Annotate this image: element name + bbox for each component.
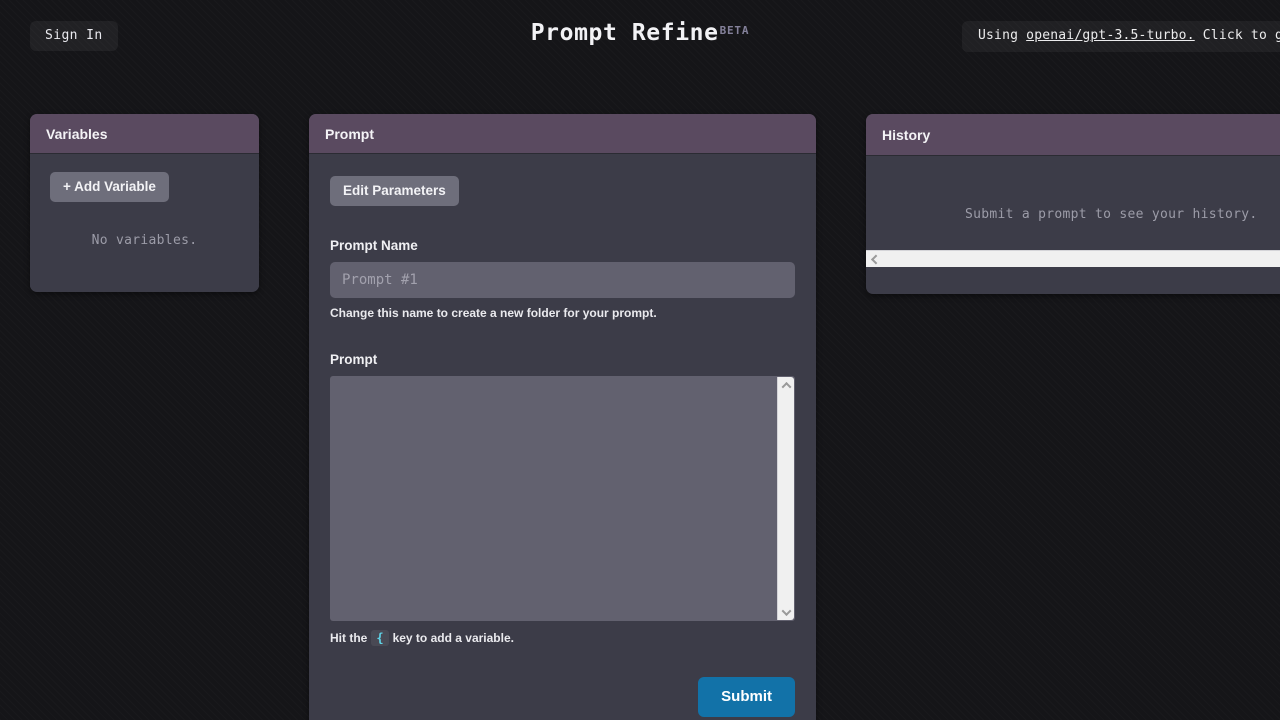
variable-hint-key: { <box>371 630 388 646</box>
prompt-text-label: Prompt <box>330 352 795 367</box>
edit-parameters-button[interactable]: Edit Parameters <box>330 176 459 206</box>
prompt-panel-body: Edit Parameters Prompt Name Change this … <box>309 154 816 720</box>
history-panel: History Submit a prompt to see your hist… <box>866 114 1280 294</box>
prompt-name-label: Prompt Name <box>330 238 795 253</box>
add-variable-button[interactable]: + Add Variable <box>50 172 169 202</box>
scroll-down-icon[interactable] <box>778 604 795 620</box>
prompt-panel: Prompt Edit Parameters Prompt Name Chang… <box>309 114 816 720</box>
variable-hint: Hit the { key to add a variable. <box>330 630 795 646</box>
prompt-textarea-wrapper <box>330 376 795 621</box>
history-panel-title: History <box>866 114 1280 156</box>
app-title: Prompt Refine <box>531 20 719 46</box>
submit-button[interactable]: Submit <box>698 677 795 717</box>
prompt-textarea[interactable] <box>330 376 795 621</box>
prompt-textarea-scrollbar[interactable] <box>777 377 794 620</box>
prompt-name-input[interactable] <box>330 262 795 298</box>
beta-badge: BETA <box>720 24 750 37</box>
variables-empty-message: No variables. <box>50 233 239 248</box>
variable-hint-prefix: Hit the <box>330 631 367 645</box>
variables-panel-title: Variables <box>30 114 259 154</box>
model-name-link[interactable]: openai/gpt-3.5-turbo. <box>1026 28 1195 43</box>
prompt-panel-title: Prompt <box>309 114 816 154</box>
history-empty-message: Submit a prompt to see your history. <box>965 207 1258 222</box>
history-horizontal-scrollbar[interactable] <box>866 250 1280 267</box>
submit-row: Submit ⌘ + Enter <box>330 677 795 720</box>
history-panel-body: Submit a prompt to see your history. <box>866 156 1280 267</box>
variable-hint-suffix: key to add a variable. <box>393 631 514 645</box>
model-notice-banner[interactable]: Using openai/gpt-3.5-turbo. Click to get <box>962 21 1280 52</box>
app-header: Sign In Prompt RefineBETA Using openai/g… <box>0 0 1280 72</box>
variables-panel: Variables + Add Variable No variables. <box>30 114 259 292</box>
variables-panel-body: + Add Variable No variables. <box>30 154 259 289</box>
model-notice-prefix: Using <box>978 28 1026 43</box>
scroll-up-icon[interactable] <box>778 377 795 393</box>
prompt-name-help-text: Change this name to create a new folder … <box>330 306 795 320</box>
scroll-left-icon[interactable] <box>866 251 883 267</box>
model-notice-suffix: Click to get <box>1195 28 1280 43</box>
